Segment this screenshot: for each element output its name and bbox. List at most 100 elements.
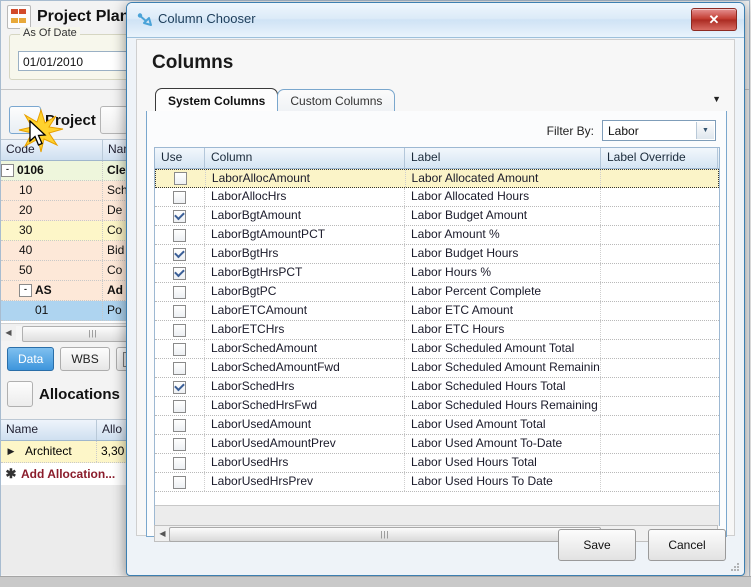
column-name-cell: LaborBgtAmountPCT xyxy=(205,226,405,244)
use-checkbox[interactable] xyxy=(173,399,186,413)
label-override-cell[interactable] xyxy=(601,454,718,472)
column-header-column[interactable]: Column xyxy=(205,148,405,168)
table-row[interactable]: LaborETCHrs Labor ETC Hours xyxy=(155,321,719,340)
scroll-thumb[interactable]: ||| xyxy=(169,527,601,542)
dialog-titlebar[interactable]: Column Chooser ✕ xyxy=(127,3,744,38)
cancel-button[interactable]: Cancel xyxy=(648,529,726,561)
label-override-cell[interactable] xyxy=(601,397,718,415)
use-checkbox[interactable] xyxy=(173,380,186,394)
project-code-cell: 50 xyxy=(1,261,103,280)
column-header-label[interactable]: Label xyxy=(405,148,601,168)
label-override-cell[interactable] xyxy=(601,302,718,320)
close-icon[interactable]: ✕ xyxy=(691,8,737,31)
label-override-cell[interactable] xyxy=(601,340,718,358)
column-header-alloc-name[interactable]: Name xyxy=(1,420,97,440)
table-row[interactable]: LaborSchedAmount Labor Scheduled Amount T… xyxy=(155,340,719,359)
use-checkbox[interactable] xyxy=(173,323,186,337)
label-override-cell[interactable] xyxy=(601,378,718,396)
tab-custom-columns[interactable]: Custom Columns xyxy=(277,89,396,112)
collapse-icon[interactable]: - xyxy=(19,284,32,298)
use-cell xyxy=(155,245,205,263)
row-selector-icon[interactable]: ▶ xyxy=(1,446,21,457)
tab-system-columns[interactable]: System Columns xyxy=(155,88,279,112)
table-row[interactable]: LaborSchedHrs Labor Scheduled Hours Total xyxy=(155,378,719,397)
label-override-cell[interactable] xyxy=(601,283,718,301)
project-code-cell: -0106 xyxy=(1,161,103,180)
column-header-code[interactable]: Code xyxy=(1,140,103,160)
use-checkbox[interactable] xyxy=(173,247,186,261)
use-cell xyxy=(155,473,205,491)
project-plan-icon xyxy=(7,5,31,29)
project-code-text: 30 xyxy=(19,223,33,237)
column-header-label-override[interactable]: Label Override xyxy=(601,148,718,168)
use-checkbox[interactable] xyxy=(173,190,186,204)
save-button[interactable]: Save xyxy=(558,529,636,561)
table-row[interactable]: LaborAllocAmount Labor Allocated Amount xyxy=(155,169,719,188)
label-override-cell[interactable] xyxy=(601,473,718,491)
add-allocation-label: Add Allocation... xyxy=(21,467,116,481)
table-row[interactable]: LaborBgtAmount Labor Budget Amount xyxy=(155,207,719,226)
label-override-cell[interactable] xyxy=(601,416,718,434)
label-override-cell[interactable] xyxy=(601,359,718,377)
label-override-cell[interactable] xyxy=(601,170,718,187)
edit-icon-button[interactable] xyxy=(99,106,128,134)
project-icon-button[interactable] xyxy=(9,106,41,134)
table-row[interactable]: LaborBgtPC Labor Percent Complete xyxy=(155,283,719,302)
table-row[interactable]: LaborAllocHrs Labor Allocated Hours xyxy=(155,188,719,207)
column-label-cell: Labor Used Hours Total xyxy=(405,454,601,472)
label-override-cell[interactable] xyxy=(601,264,718,282)
use-checkbox[interactable] xyxy=(173,172,187,185)
use-cell xyxy=(155,264,205,282)
use-checkbox[interactable] xyxy=(173,456,186,470)
use-checkbox[interactable] xyxy=(173,475,186,489)
collapse-icon[interactable]: - xyxy=(1,164,14,178)
filter-by-select[interactable]: Labor ▼ xyxy=(602,120,716,141)
use-checkbox[interactable] xyxy=(173,437,186,451)
chevron-down-icon[interactable]: ▼ xyxy=(696,122,714,139)
table-row[interactable]: LaborBgtHrs Labor Budget Hours xyxy=(155,245,719,264)
table-row[interactable]: LaborUsedAmount Labor Used Amount Total xyxy=(155,416,719,435)
table-row[interactable]: LaborETCAmount Labor ETC Amount xyxy=(155,302,719,321)
scroll-left-icon[interactable]: ◀ xyxy=(1,325,16,340)
chevron-down-icon[interactable]: ▼ xyxy=(712,94,721,104)
resize-grip-icon[interactable] xyxy=(729,561,740,572)
column-header-use[interactable]: Use xyxy=(155,148,205,168)
use-checkbox[interactable] xyxy=(173,228,186,242)
use-checkbox[interactable] xyxy=(173,209,186,223)
column-label-cell: Labor ETC Hours xyxy=(405,321,601,339)
label-override-cell[interactable] xyxy=(601,188,718,206)
table-row[interactable]: LaborUsedAmountPrev Labor Used Amount To-… xyxy=(155,435,719,454)
wbs-view-button[interactable]: WBS xyxy=(60,347,110,371)
columns-grid-body: LaborAllocAmount Labor Allocated Amount La… xyxy=(155,169,719,505)
table-row[interactable]: LaborSchedAmountFwd Labor Scheduled Amoun… xyxy=(155,359,719,378)
table-row[interactable]: LaborSchedHrsFwd Labor Scheduled Hours Re… xyxy=(155,397,719,416)
label-override-cell[interactable] xyxy=(601,321,718,339)
use-checkbox[interactable] xyxy=(173,418,186,432)
label-override-cell[interactable] xyxy=(601,207,718,225)
use-checkbox[interactable] xyxy=(173,285,186,299)
column-label-cell: Labor Hours % xyxy=(405,264,601,282)
use-cell xyxy=(155,340,205,358)
label-override-cell[interactable] xyxy=(601,226,718,244)
label-override-cell[interactable] xyxy=(601,245,718,263)
use-checkbox[interactable] xyxy=(173,361,186,375)
scroll-left-icon[interactable]: ◀ xyxy=(155,526,170,541)
column-name-cell: LaborETCHrs xyxy=(205,321,405,339)
filter-by-label: Filter By: xyxy=(546,123,594,138)
data-view-button[interactable]: Data xyxy=(7,347,55,371)
table-row[interactable]: LaborBgtHrsPCT Labor Hours % xyxy=(155,264,719,283)
project-section-label: Project xyxy=(45,111,96,129)
use-cell xyxy=(155,321,205,339)
label-override-cell[interactable] xyxy=(601,435,718,453)
use-cell xyxy=(155,283,205,301)
use-checkbox[interactable] xyxy=(173,304,186,318)
use-cell xyxy=(155,207,205,225)
table-row[interactable]: LaborUsedHrsPrev Labor Used Hours To Date xyxy=(155,473,719,492)
table-row[interactable]: LaborBgtAmountPCT Labor Amount % xyxy=(155,226,719,245)
use-checkbox[interactable] xyxy=(173,342,186,356)
column-name-cell: LaborBgtHrsPCT xyxy=(205,264,405,282)
use-checkbox[interactable] xyxy=(173,266,186,280)
column-name-cell: LaborSchedHrsFwd xyxy=(205,397,405,415)
project-code-cell: 30 xyxy=(1,221,103,240)
table-row[interactable]: LaborUsedHrs Labor Used Hours Total xyxy=(155,454,719,473)
